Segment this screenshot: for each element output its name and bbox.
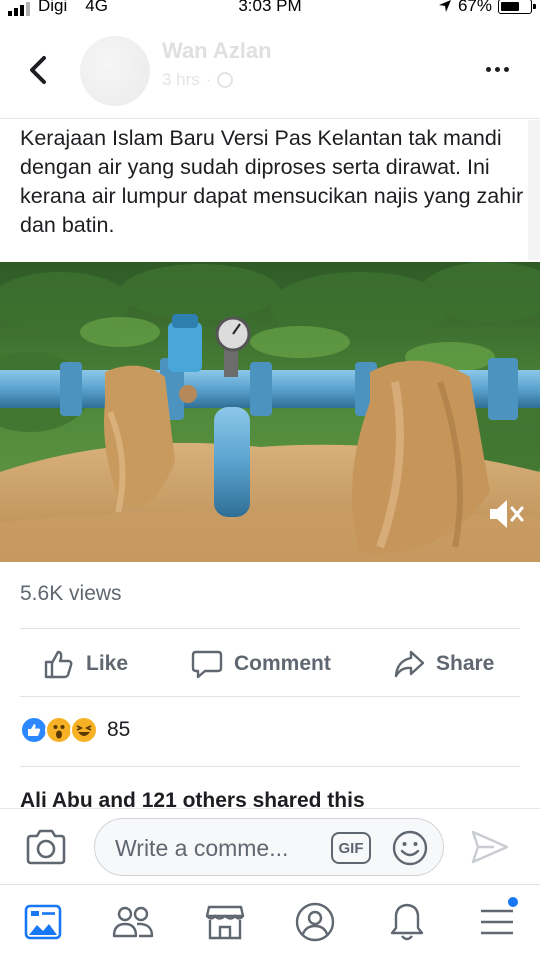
- comment-icon: [191, 650, 223, 679]
- post-header: Wan Azlan 3 hrs ·: [0, 18, 540, 118]
- comment-bar: Write a comme... GIF: [0, 808, 540, 884]
- more-options-button[interactable]: [486, 64, 514, 74]
- news-feed-icon[interactable]: [20, 899, 66, 945]
- location-arrow-icon: [438, 0, 451, 12]
- back-button[interactable]: [24, 50, 54, 90]
- comment-button[interactable]: Comment: [190, 642, 331, 686]
- scroll-indicator: [528, 120, 540, 260]
- divider: [20, 696, 520, 697]
- status-bar: Digi 4G 3:03 PM 67%: [0, 0, 540, 18]
- camera-icon[interactable]: [24, 827, 68, 867]
- battery-icon: [498, 0, 536, 14]
- globe-icon: [217, 72, 234, 88]
- divider: [0, 118, 540, 119]
- wow-reaction-icon: [45, 716, 73, 744]
- mute-icon[interactable]: [486, 494, 526, 534]
- menu-icon[interactable]: [474, 895, 520, 945]
- comment-label: Comment: [234, 652, 331, 675]
- send-icon[interactable]: [470, 829, 510, 865]
- post-time: 3 hrs ·: [162, 70, 234, 90]
- divider: [20, 766, 520, 767]
- video-frame: [0, 262, 540, 562]
- share-icon: [394, 650, 425, 678]
- like-label: Like: [86, 652, 129, 675]
- share-label: Share: [436, 652, 495, 675]
- view-count: 5.6K views: [20, 582, 122, 605]
- reactions-summary[interactable]: 85: [20, 716, 130, 744]
- menu-notification-dot: [506, 895, 520, 909]
- comment-placeholder: Write a comme...: [115, 835, 289, 861]
- divider: [20, 628, 520, 629]
- friends-icon[interactable]: [110, 899, 156, 945]
- haha-reaction-icon: [70, 716, 98, 744]
- marketplace-icon[interactable]: [202, 899, 248, 945]
- notifications-icon[interactable]: [384, 899, 430, 945]
- like-button[interactable]: Like: [42, 642, 128, 686]
- thumbs-up-icon: [44, 650, 73, 679]
- battery-percent: 67%: [457, 0, 492, 15]
- post-caption: Kerajaan Islam Baru Versi Pas Kelantan t…: [20, 126, 524, 237]
- share-button[interactable]: Share: [392, 642, 494, 686]
- post-video[interactable]: [0, 262, 540, 562]
- bottom-navigation: [0, 884, 540, 960]
- like-reaction-icon: [20, 716, 48, 744]
- emoji-icon[interactable]: [391, 829, 429, 867]
- comment-input[interactable]: Write a comme... GIF: [94, 818, 444, 876]
- gif-button[interactable]: GIF: [331, 832, 371, 864]
- profile-icon[interactable]: [292, 899, 338, 945]
- post-time-label: 3 hrs: [162, 70, 200, 89]
- author-name[interactable]: Wan Azlan: [162, 38, 272, 64]
- reaction-count: 85: [107, 718, 131, 741]
- avatar[interactable]: [80, 36, 150, 106]
